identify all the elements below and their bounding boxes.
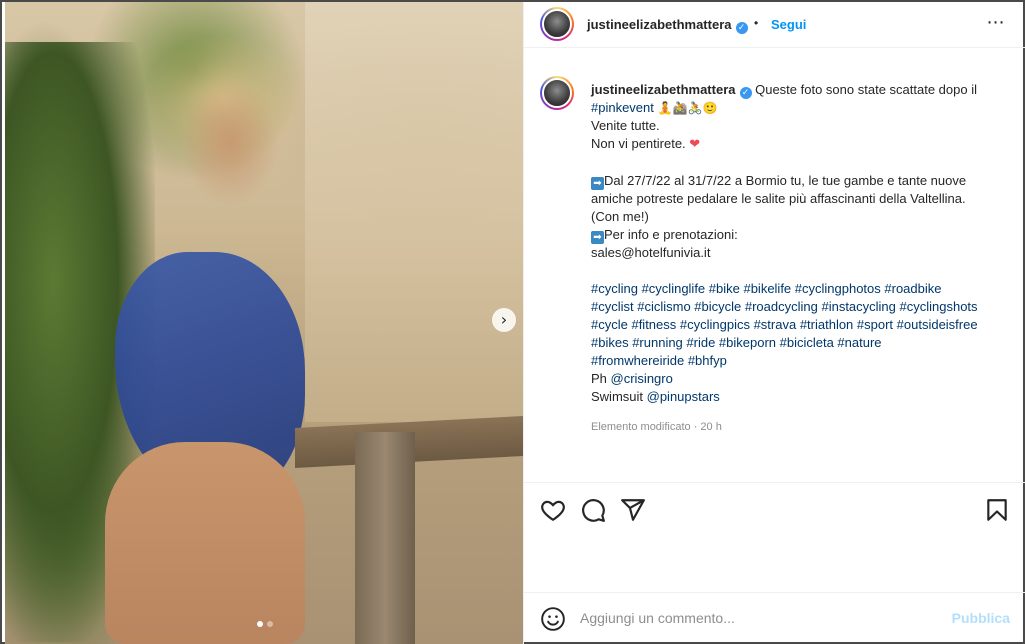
comment-bar: Pubblica (524, 592, 1025, 644)
caption-intro: Queste foto sono state scattate dopo il (751, 82, 977, 97)
caption-line: Venite tutte. (591, 118, 660, 133)
more-options-icon[interactable]: ⋯ (984, 12, 1008, 36)
caption-line: amiche potreste pedalare le salite più a… (591, 191, 966, 206)
hashtag-line[interactable]: #cyclist #ciclismo #bicycle #roadcycling… (591, 298, 1016, 316)
carousel-dots (257, 621, 273, 627)
post-meta: Elemento modificato · 20 h (591, 421, 722, 433)
emoji-picker-icon[interactable] (540, 606, 566, 632)
carousel-dot (267, 621, 273, 627)
caption-line: (Con me!) (591, 209, 649, 224)
header-username[interactable]: justineelizabethmattera ✓ (587, 17, 748, 34)
follow-button[interactable]: Segui (771, 17, 806, 32)
verified-badge-icon: ✓ (739, 87, 752, 99)
caption-emojis: 🧘🚵🚴🙂 (653, 101, 718, 115)
hashtag-link[interactable]: #pinkevent (591, 100, 654, 115)
caption-line: Non vi pentirete. (591, 136, 690, 151)
caption-body: justineelizabethmattera ✓ Queste foto son… (591, 81, 1016, 406)
carousel-dot-active (257, 621, 263, 627)
action-bar (524, 482, 1025, 534)
publish-button[interactable]: Pubblica (952, 610, 1010, 626)
hashtag-line[interactable]: #bikes #running #ride #bikeporn #bicicle… (591, 334, 1016, 352)
hashtag-line[interactable]: #cycling #cyclinglife #bike #bikelife #c… (591, 280, 1016, 298)
share-icon[interactable] (620, 497, 646, 523)
post-side-panel: justineelizabethmattera ✓ • Segui ⋯ justi… (523, 2, 1025, 644)
arrow-right-icon: ➡ (591, 231, 604, 244)
comment-input[interactable] (580, 607, 940, 629)
verified-badge-icon: ✓ (735, 22, 748, 34)
caption-line: Per info e prenotazioni: (604, 227, 738, 242)
like-icon[interactable] (540, 497, 566, 523)
post-header: justineelizabethmattera ✓ • Segui ⋯ (524, 2, 1025, 48)
caption-line: Ph (591, 371, 611, 386)
bookmark-icon[interactable] (984, 497, 1010, 523)
comment-icon[interactable] (580, 497, 606, 523)
post-photo[interactable]: › (5, 2, 523, 644)
avatar[interactable] (540, 7, 574, 41)
header-separator: • (754, 16, 759, 30)
caption-email: sales@hotelfunivia.it (591, 245, 711, 260)
instagram-post-modal: › justineelizabethmattera ✓ • Segui ⋯ jus… (0, 0, 1025, 644)
mention-link[interactable]: @crisingro (611, 371, 673, 386)
mention-link[interactable]: @pinupstars (647, 389, 720, 404)
caption-line: Swimsuit (591, 389, 647, 404)
post-caption: justineelizabethmattera ✓ Queste foto son… (524, 60, 1025, 480)
heart-emoji-icon: ❤ (689, 137, 701, 152)
caption-avatar[interactable] (540, 76, 574, 110)
hashtag-line[interactable]: #fromwhereiride #bhfyp (591, 352, 1016, 370)
arrow-right-icon: ➡ (591, 177, 604, 190)
carousel-next-button[interactable]: › (492, 308, 516, 332)
hashtag-line[interactable]: #cycle #fitness #cyclingpics #strava #tr… (591, 316, 1016, 334)
caption-line: Dal 27/7/22 al 31/7/22 a Bormio tu, le t… (604, 173, 967, 188)
caption-username[interactable]: justineelizabethmattera (591, 82, 736, 97)
